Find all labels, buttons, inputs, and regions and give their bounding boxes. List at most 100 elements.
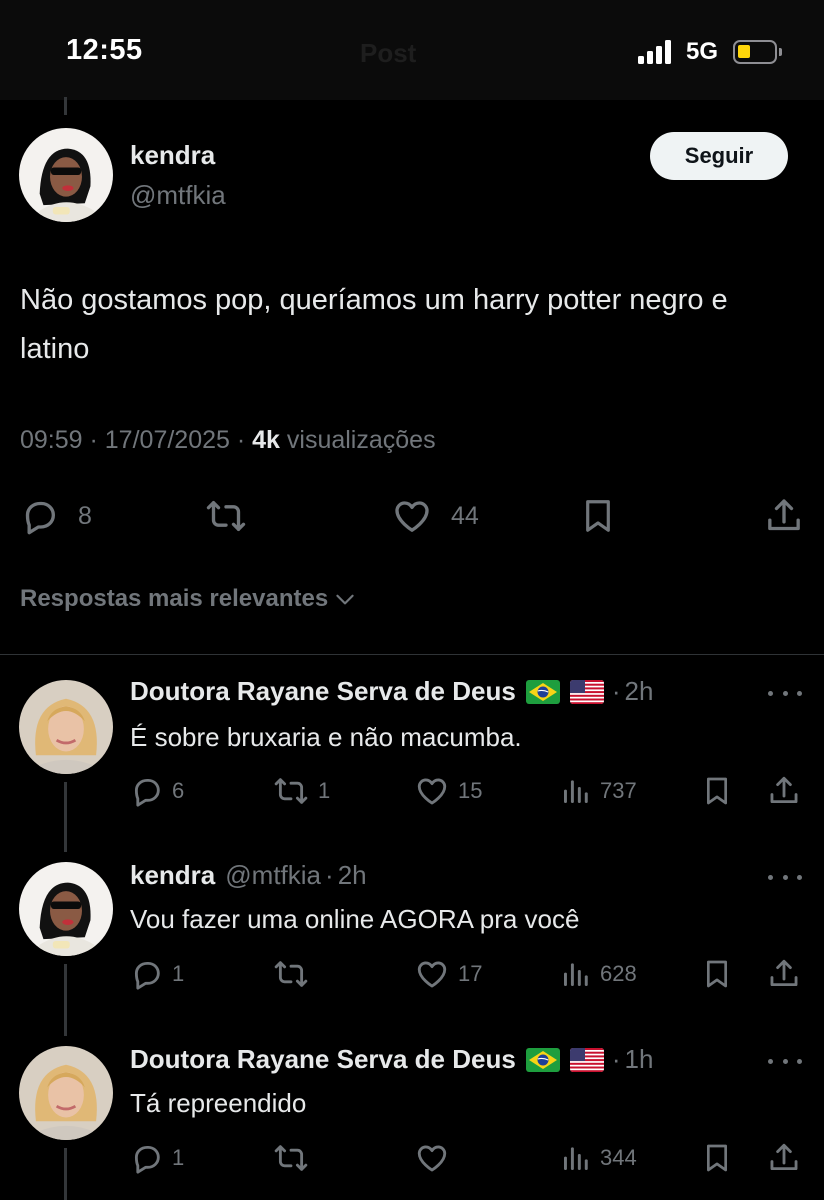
views-icon <box>560 1141 592 1175</box>
like-count: 17 <box>458 961 483 986</box>
share-icon <box>764 496 804 536</box>
share-button[interactable] <box>767 774 801 808</box>
post-text: Não gostamos pop, queríamos um harry pot… <box>20 284 728 365</box>
repost-button[interactable] <box>272 1141 310 1175</box>
bookmark-icon <box>579 496 617 536</box>
reply-icon <box>130 1141 164 1175</box>
repost-count: 1 <box>318 778 331 803</box>
thread-line <box>64 1148 67 1200</box>
more-icon[interactable] <box>768 1056 802 1066</box>
author-handle[interactable]: @mtfkia <box>130 180 226 211</box>
follow-button[interactable]: Seguir <box>650 132 788 180</box>
views-icon <box>560 774 592 808</box>
reply-button[interactable]: 1 <box>130 1141 184 1175</box>
like-icon <box>414 1141 450 1175</box>
reply-icon <box>130 774 164 808</box>
reply-count: 8 <box>78 501 92 530</box>
reply-button[interactable]: 1 <box>130 957 184 991</box>
avatar[interactable] <box>19 680 113 774</box>
like-button[interactable]: 15 <box>414 774 482 808</box>
thread-line <box>64 964 67 1036</box>
reply-button[interactable]: 6 <box>130 774 184 808</box>
brazil-flag <box>526 680 560 704</box>
share-button[interactable] <box>767 1141 801 1175</box>
post-date: 17/07/2025 <box>104 426 230 454</box>
reply-count: 6 <box>172 778 185 803</box>
views-label: visualizações <box>286 426 436 454</box>
reply-author-name[interactable]: Doutora Rayane Serva de Deus <box>130 676 516 707</box>
usa-flag <box>570 680 604 704</box>
sort-label: Respostas mais relevantes <box>20 585 329 612</box>
like-count: 15 <box>458 778 483 803</box>
bookmark-icon <box>701 774 733 808</box>
usa-flag <box>570 1048 604 1072</box>
author-name[interactable]: kendra <box>130 140 215 171</box>
thread-line <box>64 782 67 852</box>
header-title: Post <box>360 38 417 68</box>
bookmark-button[interactable] <box>579 496 617 536</box>
divider <box>0 654 824 655</box>
battery-icon <box>733 40 782 64</box>
reply-text: Vou fazer uma online AGORA pra você <box>130 904 580 934</box>
reply-text: É sobre bruxaria e não macumba. <box>130 722 522 752</box>
views-count[interactable]: 4k <box>252 426 280 454</box>
bookmark-icon <box>701 1141 733 1175</box>
like-icon <box>414 957 450 991</box>
like-button[interactable]: 17 <box>414 957 482 991</box>
sort-dropdown[interactable]: Respostas mais relevantes <box>20 585 358 613</box>
reply-header: Doutora Rayane Serva de Deus · 2h <box>130 676 654 707</box>
avatar[interactable] <box>19 862 113 956</box>
repost-button[interactable]: 1 <box>272 774 330 808</box>
repost-icon <box>272 774 310 808</box>
status-time: 12:55 <box>66 34 143 66</box>
views-button[interactable]: 737 <box>560 774 637 808</box>
repost-button[interactable] <box>204 496 248 536</box>
views-button[interactable]: 344 <box>560 1141 637 1175</box>
repost-icon <box>204 496 248 536</box>
reply-header: kendra @mtfkia · 2h <box>130 860 367 891</box>
reply-count: 1 <box>172 1145 185 1170</box>
like-icon <box>414 774 450 808</box>
reply-handle[interactable]: @mtfkia <box>225 860 321 891</box>
more-icon[interactable] <box>768 688 802 698</box>
reply-header: Doutora Rayane Serva de Deus · 1h <box>130 1044 654 1075</box>
reply-button[interactable]: 8 <box>20 496 92 536</box>
like-button[interactable] <box>414 1141 450 1175</box>
views-button[interactable]: 628 <box>560 957 637 991</box>
repost-icon <box>272 957 310 991</box>
share-icon <box>767 957 801 991</box>
share-icon <box>767 1141 801 1175</box>
reply-author-name[interactable]: kendra <box>130 860 215 891</box>
views-count: 344 <box>600 1145 637 1170</box>
share-button[interactable] <box>764 496 804 536</box>
thread-line <box>64 97 67 115</box>
bookmark-button[interactable] <box>701 1141 733 1175</box>
reply-count: 1 <box>172 961 185 986</box>
views-count: 628 <box>600 961 637 986</box>
bookmark-button[interactable] <box>701 774 733 808</box>
bookmark-icon <box>701 957 733 991</box>
reply-icon <box>20 496 60 536</box>
battery-level <box>738 45 750 58</box>
network-label: 5G <box>686 38 719 65</box>
reply-time: 2h <box>337 860 367 890</box>
reply-author-name[interactable]: Doutora Rayane Serva de Deus <box>130 1044 516 1075</box>
like-button[interactable]: 44 <box>391 496 479 536</box>
bookmark-button[interactable] <box>701 957 733 991</box>
reply-text: Tá repreendido <box>130 1088 307 1118</box>
reply-icon <box>130 957 164 991</box>
repost-icon <box>272 1141 310 1175</box>
more-icon[interactable] <box>768 872 802 882</box>
reply-time: 1h <box>624 1044 654 1074</box>
avatar[interactable] <box>19 128 113 222</box>
post-time: 09:59 <box>20 426 83 454</box>
like-icon <box>391 496 433 536</box>
views-icon <box>560 957 592 991</box>
signal-icon <box>638 40 678 64</box>
avatar[interactable] <box>19 1046 113 1140</box>
views-count: 737 <box>600 778 637 803</box>
share-button[interactable] <box>767 957 801 991</box>
status-bar: Post 12:55 5G <box>0 0 824 100</box>
repost-button[interactable] <box>272 957 310 991</box>
share-icon <box>767 774 801 808</box>
